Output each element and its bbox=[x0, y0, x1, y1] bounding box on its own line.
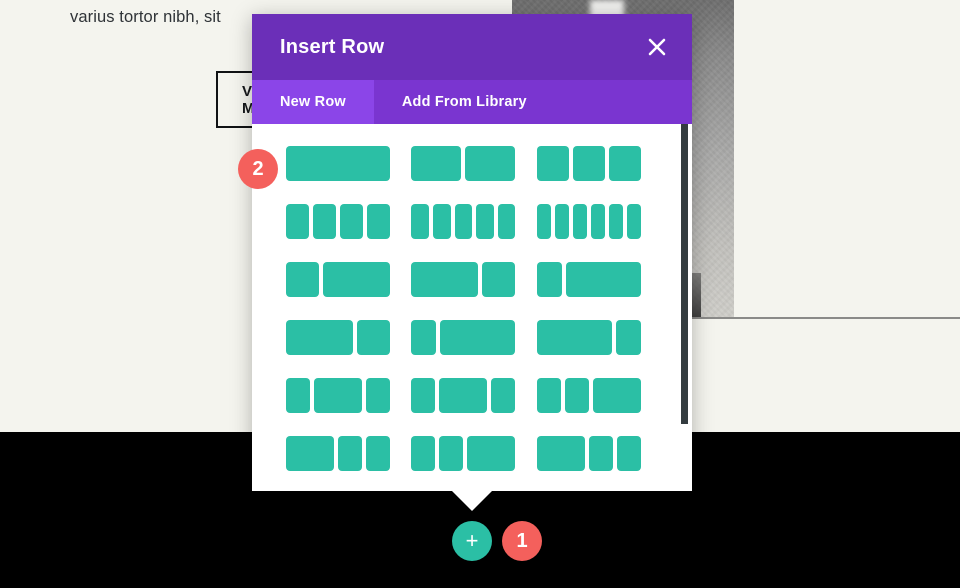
row-layout-column bbox=[588, 436, 613, 471]
row-layout-column bbox=[366, 436, 390, 471]
row-layout-option[interactable] bbox=[286, 262, 390, 297]
row-layout-column bbox=[616, 436, 641, 471]
row-layout-column bbox=[313, 204, 336, 239]
row-layout-column bbox=[286, 378, 310, 413]
row-layout-column bbox=[411, 146, 462, 181]
row-layout-option[interactable] bbox=[286, 320, 390, 355]
row-layout-column bbox=[411, 320, 437, 355]
row-layout-column bbox=[367, 204, 390, 239]
row-layout-column bbox=[340, 204, 363, 239]
row-layout-column bbox=[608, 146, 641, 181]
insert-row-modal: Insert Row New Row Add From Library bbox=[252, 14, 692, 491]
row-layout-column bbox=[323, 262, 390, 297]
row-layout-column bbox=[536, 146, 569, 181]
row-layout-option[interactable] bbox=[411, 204, 516, 239]
row-layout-column bbox=[439, 378, 488, 413]
row-layout-option[interactable] bbox=[411, 378, 516, 413]
row-layout-column bbox=[432, 204, 451, 239]
row-layout-column bbox=[465, 146, 516, 181]
row-layout-option[interactable] bbox=[411, 320, 516, 355]
row-layout-column bbox=[411, 436, 436, 471]
row-layout-column bbox=[608, 204, 623, 239]
scrollbar-thumb[interactable] bbox=[681, 124, 688, 424]
row-layout-grid bbox=[252, 146, 692, 471]
row-layout-column bbox=[286, 320, 353, 355]
modal-body bbox=[252, 124, 692, 491]
background-paragraph: varius tortor nibh, sit bbox=[70, 8, 221, 26]
row-layout-column bbox=[411, 204, 429, 239]
row-layout-option[interactable] bbox=[536, 436, 641, 471]
row-layout-column bbox=[286, 204, 309, 239]
row-layout-column bbox=[411, 378, 436, 413]
row-layout-column bbox=[536, 262, 562, 297]
row-layout-column bbox=[592, 378, 641, 413]
row-layout-column bbox=[411, 262, 478, 297]
row-layout-column bbox=[286, 146, 390, 181]
close-icon[interactable] bbox=[644, 34, 670, 60]
row-layout-column bbox=[286, 436, 334, 471]
row-layout-column bbox=[366, 378, 390, 413]
row-layout-column bbox=[286, 262, 320, 297]
row-layout-option[interactable] bbox=[536, 378, 641, 413]
row-layout-column bbox=[491, 378, 516, 413]
modal-title: Insert Row bbox=[280, 35, 385, 58]
row-layout-column bbox=[467, 436, 516, 471]
step-badge-2: 2 bbox=[238, 149, 278, 189]
row-layout-column bbox=[536, 204, 551, 239]
row-layout-column bbox=[338, 436, 362, 471]
row-layout-column bbox=[615, 320, 641, 355]
row-layout-column bbox=[482, 262, 516, 297]
row-layout-option[interactable] bbox=[411, 146, 516, 181]
modal-header: Insert Row bbox=[252, 14, 692, 80]
row-layout-option[interactable] bbox=[411, 436, 516, 471]
scrollbar-track[interactable] bbox=[681, 124, 690, 491]
modal-tab-bar: New Row Add From Library bbox=[252, 80, 692, 124]
row-layout-option[interactable] bbox=[286, 436, 390, 471]
row-layout-column bbox=[572, 146, 605, 181]
step-badge-1: 1 bbox=[502, 521, 542, 561]
row-layout-column bbox=[476, 204, 494, 239]
row-layout-column bbox=[440, 320, 516, 355]
row-layout-column bbox=[572, 204, 587, 239]
row-layout-column bbox=[536, 378, 561, 413]
row-layout-column bbox=[564, 378, 589, 413]
row-layout-column bbox=[497, 204, 516, 239]
row-layout-option[interactable] bbox=[536, 320, 641, 355]
row-layout-column bbox=[536, 436, 585, 471]
row-layout-column bbox=[356, 320, 390, 355]
row-layout-column bbox=[626, 204, 641, 239]
row-layout-option[interactable] bbox=[411, 262, 516, 297]
row-layout-column bbox=[439, 436, 464, 471]
tab-add-from-library[interactable]: Add From Library bbox=[374, 80, 555, 124]
row-layout-column bbox=[536, 320, 612, 355]
row-layout-option[interactable] bbox=[286, 146, 390, 181]
row-layout-column bbox=[314, 378, 362, 413]
row-layout-column bbox=[454, 204, 473, 239]
modal-pointer-arrow bbox=[452, 491, 492, 511]
row-layout-option[interactable] bbox=[286, 204, 390, 239]
row-layout-option[interactable] bbox=[286, 378, 390, 413]
row-layout-option[interactable] bbox=[536, 146, 641, 181]
row-layout-column bbox=[565, 262, 641, 297]
row-layout-option[interactable] bbox=[536, 204, 641, 239]
row-layout-column bbox=[554, 204, 569, 239]
tab-new-row[interactable]: New Row bbox=[252, 80, 374, 124]
add-row-button[interactable]: + bbox=[452, 521, 492, 561]
row-layout-column bbox=[590, 204, 605, 239]
row-layout-option[interactable] bbox=[536, 262, 641, 297]
